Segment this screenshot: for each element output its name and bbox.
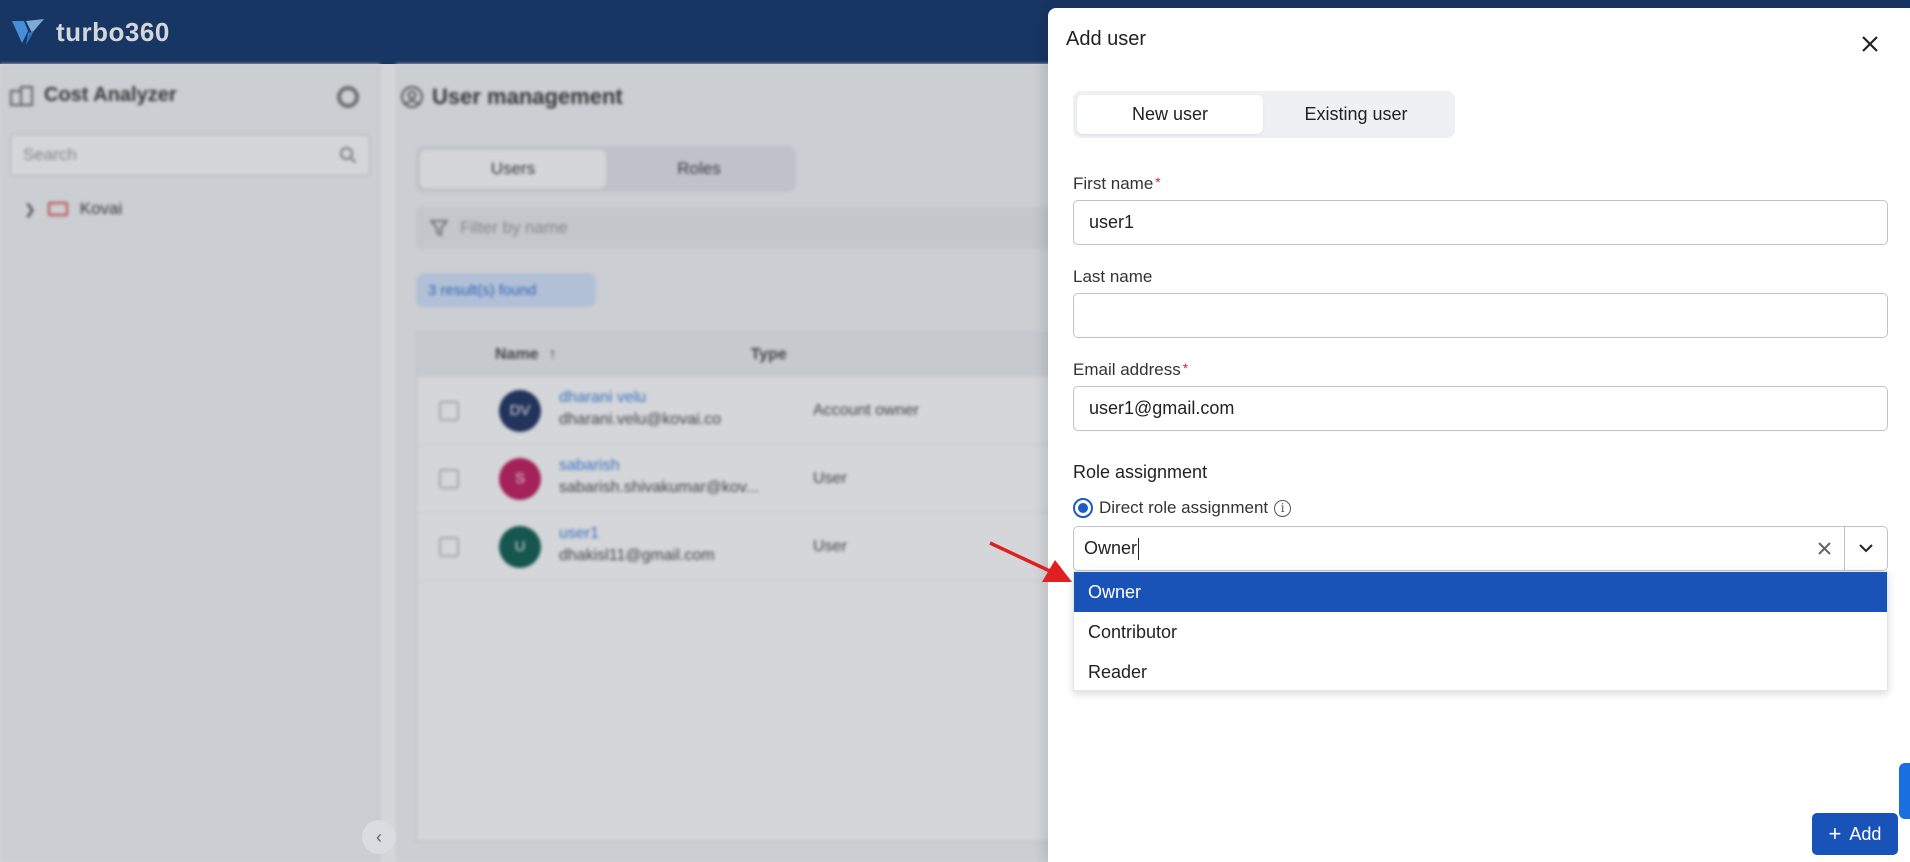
info-icon[interactable]: i [1274,499,1292,517]
role-options-menu: Owner Contributor Reader [1073,571,1888,691]
tab-existing-user[interactable]: Existing user [1263,95,1449,134]
add-user-panel: Add user New user Existing user First na… [1048,8,1910,862]
role-option-contributor[interactable]: Contributor [1074,612,1887,652]
radio-selected[interactable] [1073,498,1093,518]
role-select-input[interactable]: Owner [1074,537,1804,560]
required-asterisk: * [1182,360,1189,376]
first-name-label-text: First name [1073,174,1154,193]
last-name-label-text: Last name [1073,267,1153,286]
close-icon [1862,36,1878,52]
email-label-text: Email address [1073,360,1181,379]
user-type-toggle: New user Existing user [1073,91,1455,138]
email-label: Email address * [1073,360,1188,380]
clear-icon [1817,542,1831,555]
role-assignment-title: Role assignment [1073,462,1208,482]
first-name-field[interactable] [1073,200,1888,245]
close-button[interactable] [1856,30,1884,58]
last-name-field[interactable] [1073,293,1888,338]
clear-selection-button[interactable] [1804,527,1844,570]
collapse-sidebar-button[interactable]: ‹ [362,820,396,854]
add-button-label: Add [1849,823,1882,844]
role-select[interactable]: Owner [1073,526,1888,571]
role-option-reader[interactable]: Reader [1074,652,1887,692]
direct-role-assignment-option[interactable]: Direct role assignment i [1073,498,1292,518]
chevron-down-icon [1859,544,1873,553]
required-asterisk: * [1155,174,1161,190]
tab-new-user[interactable]: New user [1077,95,1263,134]
feedback-edge-tab[interactable] [1899,763,1910,819]
last-name-label: Last name [1073,267,1152,287]
add-button[interactable]: + Add [1812,813,1898,855]
direct-role-assignment-label: Direct role assignment [1099,498,1269,517]
plus-icon: + [1828,821,1842,846]
role-select-value: Owner [1084,538,1138,558]
first-name-label: First name * [1073,174,1161,194]
dropdown-toggle-button[interactable] [1845,527,1887,570]
role-option-owner[interactable]: Owner [1074,572,1887,612]
email-field[interactable] [1073,386,1888,431]
text-cursor [1138,537,1140,560]
panel-title: Add user [1066,28,1147,50]
